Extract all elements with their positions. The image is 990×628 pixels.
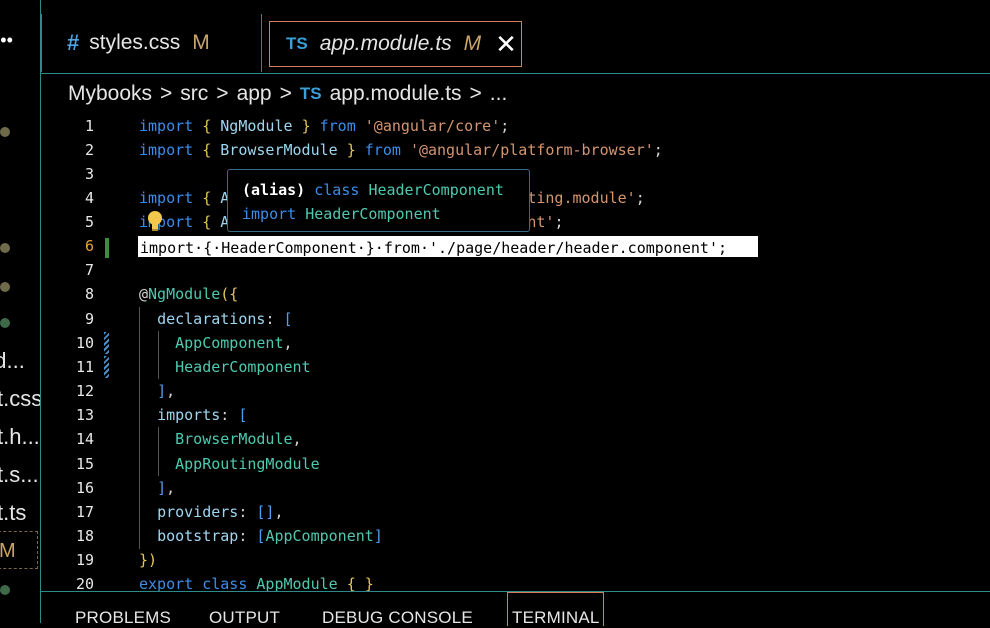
- code-line: BrowserModule,: [175, 430, 302, 448]
- modified-badge: M: [463, 32, 482, 55]
- panel-tab-terminal[interactable]: TERMINAL: [512, 608, 600, 628]
- breadcrumb-item[interactable]: Mybooks: [68, 82, 152, 106]
- line-number: 4: [84, 189, 94, 207]
- code-line: HeaderComponent: [175, 358, 311, 376]
- tab-styles-css[interactable]: # styles.css M: [41, 14, 262, 72]
- code-line: imports: [: [157, 406, 248, 424]
- code-line: export class AppModule { }: [139, 575, 374, 591]
- status-dot: [0, 243, 10, 253]
- line-number: 7: [84, 261, 94, 279]
- line-number: 10: [75, 334, 94, 352]
- explorer-selected-item[interactable]: M: [0, 531, 38, 569]
- git-change-marker: [104, 356, 109, 378]
- line-number: 15: [75, 455, 94, 473]
- code-line: import { NgModule } from '@angular/core'…: [139, 117, 510, 135]
- code-line: @NgModule({: [139, 285, 239, 303]
- line-number: 16: [75, 479, 94, 497]
- breadcrumb-file[interactable]: app.module.ts: [330, 82, 462, 106]
- git-change-marker: [105, 238, 109, 258]
- code-line: providers: [],: [157, 503, 284, 521]
- breadcrumb-item[interactable]: app: [237, 82, 272, 106]
- code-line: import { BrowserModule } from '@angular/…: [139, 141, 663, 159]
- explorer-file[interactable]: t.css: [0, 386, 40, 412]
- chevron-right-icon: >: [469, 82, 482, 105]
- hover-tooltip: (alias) class HeaderComponent import Hea…: [227, 169, 530, 232]
- status-dot: [0, 318, 10, 328]
- panel-tab-output[interactable]: OUTPUT: [209, 608, 280, 628]
- tooltip-import: import HeaderComponent: [242, 205, 441, 223]
- typescript-file-icon: TS: [286, 34, 308, 53]
- status-dot: [0, 127, 10, 137]
- indent-guide: [158, 427, 159, 476]
- breadcrumb-item[interactable]: src: [180, 82, 208, 106]
- explorer-file[interactable]: od...: [0, 348, 25, 374]
- status-dot: [0, 282, 10, 292]
- code-line: ],: [157, 479, 176, 497]
- typescript-file-icon: TS: [299, 84, 322, 103]
- css-file-icon: #: [67, 30, 80, 55]
- chevron-right-icon: >: [279, 82, 292, 105]
- line-number: 20: [75, 575, 94, 591]
- bottom-panel: PROBLEMS OUTPUT DEBUG CONSOLE TERMINAL: [41, 591, 990, 627]
- selected-code-line: import·{·HeaderComponent·}·from·'./page/…: [140, 239, 727, 257]
- line-number: 17: [75, 503, 94, 521]
- explorer-file[interactable]: t.h...: [0, 424, 40, 450]
- line-number: 18: [75, 527, 94, 545]
- code-line: AppRoutingModule: [175, 455, 320, 473]
- line-number: 3: [84, 165, 94, 183]
- explorer-file[interactable]: t.ts: [0, 500, 26, 526]
- line-number: 8: [84, 285, 94, 303]
- tab-label: app.module.ts: [319, 32, 452, 55]
- line-number: 19: [75, 551, 94, 569]
- line-number-active: 6: [84, 237, 94, 255]
- line-number: 5: [84, 213, 94, 231]
- code-line: bootstrap: [AppComponent]: [157, 527, 383, 545]
- lightbulb-icon[interactable]: [146, 210, 164, 232]
- line-number: 14: [75, 430, 94, 448]
- code-line: declarations: [: [157, 310, 293, 328]
- tab-app-module-ts[interactable]: TS app.module.ts M ✕: [269, 21, 522, 67]
- panel-tab-problems[interactable]: PROBLEMS: [75, 608, 171, 628]
- breadcrumb: Mybooks > src > app > TS app.module.ts >…: [41, 74, 990, 114]
- line-number: 12: [75, 382, 94, 400]
- tab-label: styles.css: [89, 31, 181, 54]
- indent-guide: [158, 331, 159, 379]
- close-icon[interactable]: ✕: [495, 31, 517, 57]
- line-number: 9: [84, 310, 94, 328]
- modified-badge: M: [0, 540, 16, 562]
- breadcrumb-ellipsis[interactable]: ...: [490, 82, 508, 106]
- status-dot: [0, 585, 10, 595]
- indent-guide: [139, 307, 140, 549]
- code-line: AppComponent,: [175, 334, 293, 352]
- editor-tab-bar: # styles.css M TS app.module.ts M ✕: [41, 0, 990, 74]
- explorer-file[interactable]: t.s...: [0, 462, 39, 488]
- line-number: 13: [75, 406, 94, 424]
- more-actions-icon[interactable]: •••: [0, 30, 13, 51]
- line-number: 1: [84, 117, 94, 135]
- panel-tab-debug-console[interactable]: DEBUG CONSOLE: [322, 608, 473, 628]
- line-number: 11: [75, 358, 94, 376]
- chevron-right-icon: >: [160, 82, 173, 105]
- git-change-marker: [104, 332, 109, 354]
- modified-badge: M: [192, 31, 210, 54]
- line-number: 2: [84, 141, 94, 159]
- code-line: }): [139, 551, 158, 569]
- tooltip-signature: (alias) class HeaderComponent: [242, 181, 504, 199]
- chevron-right-icon: >: [216, 82, 229, 105]
- code-line: ],: [157, 382, 176, 400]
- explorer-sidebar: ••• od... t.css t.h... t.s... t.ts M: [0, 0, 41, 623]
